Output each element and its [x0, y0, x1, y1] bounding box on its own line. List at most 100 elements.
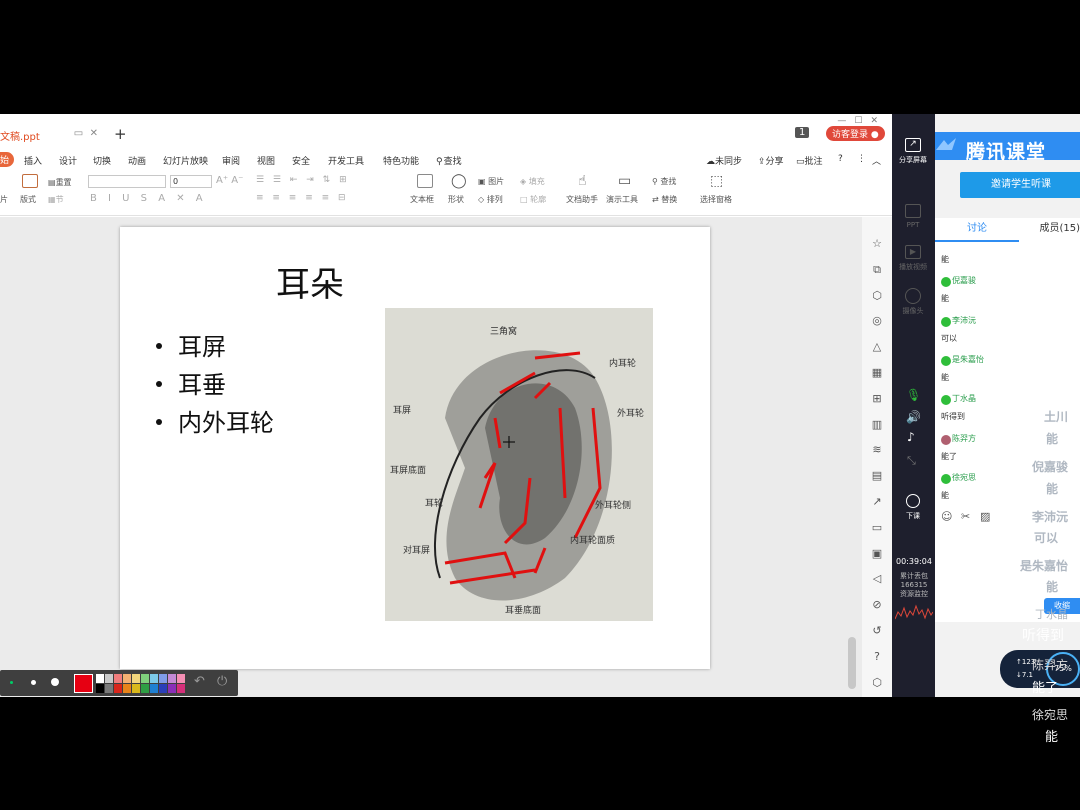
- power-icon[interactable]: ⏻: [217, 674, 227, 689]
- section-button[interactable]: ▦节: [48, 194, 64, 205]
- side-star-icon[interactable]: ☆: [870, 237, 884, 251]
- side-grid-icon[interactable]: ⊞: [870, 392, 884, 406]
- selected-pen-color[interactable]: [74, 674, 93, 693]
- color-swatch[interactable]: [123, 674, 131, 683]
- sync-button[interactable]: ☁未同步: [706, 154, 742, 167]
- pen-size-medium-icon[interactable]: [31, 680, 36, 685]
- microphone-icon[interactable]: 🎙: [906, 388, 921, 402]
- side-filter-icon[interactable]: ≋: [870, 443, 884, 457]
- side-copy-icon[interactable]: ⧉: [870, 263, 884, 277]
- invite-students-button[interactable]: 邀请学生听课: [960, 172, 1080, 198]
- slide-title[interactable]: 耳朵: [276, 257, 344, 306]
- menu-item-3[interactable]: 切换: [93, 154, 111, 167]
- menu-item-4[interactable]: 动画: [128, 154, 146, 167]
- slide-bullet-list[interactable]: 耳屏 耳垂 内外耳轮: [156, 327, 274, 441]
- side-image-icon[interactable]: ▣: [870, 547, 884, 561]
- share-screen-button[interactable]: ↗ 分享屏幕: [898, 138, 928, 165]
- music-icon[interactable]: ♪: [907, 430, 915, 444]
- speaker-icon[interactable]: 🔊: [906, 410, 921, 424]
- paragraph-list-buttons[interactable]: ☰ ☰ ⇤ ⇥ ⇅ ⊞: [256, 175, 350, 185]
- color-swatch[interactable]: [105, 684, 113, 693]
- select-pane-button[interactable]: 选择窗格: [700, 194, 732, 205]
- comment-button[interactable]: ▭批注: [796, 154, 823, 167]
- document-tab[interactable]: 文稿.ppt ▭ ✕: [0, 124, 104, 146]
- color-swatch[interactable]: [168, 684, 176, 693]
- vertical-scrollbar[interactable]: [848, 637, 856, 689]
- fill-button[interactable]: ◈ 填充: [520, 176, 545, 187]
- camera-button[interactable]: 摄像头: [898, 288, 928, 316]
- doc-assistant-icon[interactable]: ☝: [578, 173, 587, 189]
- font-style-buttons[interactable]: B I U S A ✕ A: [90, 193, 207, 204]
- ribbon-layout[interactable]: 片: [0, 194, 8, 205]
- maximize-icon[interactable]: ☐: [854, 116, 870, 126]
- visitor-login-button[interactable]: 访客登录 ●: [826, 126, 885, 141]
- chat-username[interactable]: 徐宛思: [952, 472, 976, 483]
- side-locate-icon[interactable]: ◎: [870, 314, 884, 328]
- pen-size-small-icon[interactable]: [10, 681, 13, 684]
- side-document-icon[interactable]: ▤: [870, 469, 884, 483]
- tab-discussion[interactable]: 讨论: [935, 218, 1019, 242]
- side-cube-icon[interactable]: ⬡: [870, 676, 884, 690]
- menu-item-11[interactable]: ⚲查找: [436, 154, 462, 167]
- outline-button[interactable]: □ 轮廓: [520, 194, 546, 205]
- color-swatch[interactable]: [114, 684, 122, 693]
- color-swatch[interactable]: [141, 674, 149, 683]
- picture-button[interactable]: ▣ 图片: [478, 176, 504, 187]
- play-video-button[interactable]: ▶ 播放视频: [898, 245, 928, 272]
- color-swatch[interactable]: [105, 674, 113, 683]
- menu-item-10[interactable]: 特色功能: [383, 154, 419, 167]
- select-pane-icon[interactable]: ⬚: [710, 173, 723, 189]
- monitor-icon[interactable]: ▭: [74, 128, 83, 139]
- menu-item-9[interactable]: 开发工具: [328, 154, 364, 167]
- layout-icon[interactable]: [22, 174, 38, 188]
- help-icon[interactable]: ?: [838, 154, 843, 164]
- slide-bullet-item[interactable]: 内外耳轮: [156, 403, 274, 441]
- close-window-icon[interactable]: ✕: [870, 116, 886, 126]
- side-chart-icon[interactable]: ▥: [870, 418, 884, 432]
- chat-username[interactable]: 是朱嘉怡: [952, 354, 984, 365]
- color-swatch[interactable]: [177, 674, 185, 683]
- present-tools-button[interactable]: 演示工具: [606, 194, 638, 205]
- collapse-ribbon-icon[interactable]: ︿: [872, 154, 881, 167]
- reset-button[interactable]: ▤重置: [48, 177, 72, 188]
- ear-sketch-image[interactable]: 三角窝 内耳轮 耳屏 外耳轮 耳屏底面 外耳轮侧 内耳轮面质 耳垂底面 对耳屏 …: [385, 308, 653, 621]
- menu-item-2[interactable]: 设计: [59, 154, 77, 167]
- emoji-icon[interactable]: ☺: [941, 510, 952, 523]
- menu-item-5[interactable]: 幻灯片放映: [163, 154, 208, 167]
- color-swatch[interactable]: [168, 674, 176, 683]
- color-swatch[interactable]: [159, 674, 167, 683]
- textbox-icon[interactable]: [417, 174, 433, 188]
- chat-username[interactable]: 丁水晶: [952, 393, 976, 404]
- chat-username[interactable]: 陈羿方: [952, 433, 976, 444]
- slide-bullet-item[interactable]: 耳屏: [156, 327, 274, 365]
- side-box-icon[interactable]: ▭: [870, 521, 884, 535]
- page-counter-badge[interactable]: 1: [795, 127, 810, 138]
- color-swatch[interactable]: [159, 684, 167, 693]
- side-export-icon[interactable]: ↗: [870, 495, 884, 509]
- menu-item-6[interactable]: 审阅: [222, 154, 240, 167]
- color-swatch[interactable]: [150, 684, 158, 693]
- chat-username[interactable]: 倪嘉骏: [952, 275, 976, 286]
- color-swatch[interactable]: [177, 684, 185, 693]
- pen-size-large-icon[interactable]: [51, 678, 59, 686]
- menu-item-1[interactable]: 插入: [24, 154, 42, 167]
- image-icon[interactable]: ▨: [980, 510, 990, 523]
- new-tab-button[interactable]: +: [114, 125, 127, 143]
- minimize-icon[interactable]: —: [837, 116, 854, 126]
- collapse-button[interactable]: 收缩: [1044, 598, 1080, 614]
- present-tools-icon[interactable]: ▭: [618, 173, 631, 189]
- color-swatch[interactable]: [150, 674, 158, 683]
- side-history-icon[interactable]: ↺: [870, 624, 884, 638]
- font-size-grow-shrink[interactable]: A⁺ A⁻: [216, 175, 243, 186]
- color-swatch[interactable]: [132, 684, 140, 693]
- doc-assistant-button[interactable]: 文档助手: [566, 194, 598, 205]
- side-triangle-icon[interactable]: △: [870, 340, 884, 354]
- font-name-select[interactable]: [88, 175, 166, 188]
- close-tab-icon[interactable]: ✕: [90, 128, 98, 139]
- menu-item-8[interactable]: 安全: [292, 154, 310, 167]
- replace-button[interactable]: ⇄ 替换: [652, 194, 677, 205]
- color-swatch[interactable]: [96, 684, 104, 693]
- menu-item-7[interactable]: 视图: [257, 154, 275, 167]
- find-button[interactable]: ⚲ 查找: [652, 176, 676, 187]
- color-swatch[interactable]: [132, 674, 140, 683]
